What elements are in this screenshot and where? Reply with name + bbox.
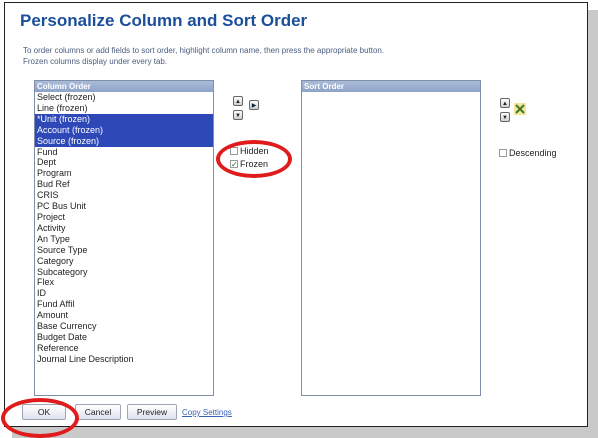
column-order-item[interactable]: CRIS — [35, 190, 213, 201]
column-order-item[interactable]: Flex — [35, 277, 213, 288]
column-order-item[interactable]: *Unit (frozen) — [35, 113, 213, 125]
column-order-item[interactable]: Fund Affil — [35, 299, 213, 310]
column-order-item[interactable]: ID — [35, 288, 213, 299]
instruction-line-1: To order columns or add fields to sort o… — [23, 46, 385, 55]
column-order-panel: Column Order Select (frozen) Line (frozen… — [34, 80, 214, 396]
descending-label: Descending — [509, 147, 557, 158]
dialog-title: Personalize Column and Sort Order — [20, 11, 308, 30]
column-order-item[interactable]: Line (frozen) — [35, 103, 213, 114]
column-order-item[interactable]: PC Bus Unit — [35, 201, 213, 212]
instruction-line-2: Frozen columns display under every tab. — [23, 57, 168, 66]
move-down-button[interactable]: ▼ — [233, 110, 243, 120]
preview-button[interactable]: Preview — [127, 404, 177, 420]
arrow-down-icon: ▼ — [502, 115, 508, 121]
personalize-dialog: Personalize Column and Sort Order To ord… — [4, 2, 588, 427]
x-icon — [514, 103, 526, 115]
arrow-right-icon: ▶ — [251, 103, 257, 109]
column-order-list[interactable]: Select (frozen) Line (frozen) *Unit (froze… — [35, 92, 213, 365]
arrow-up-icon: ▲ — [502, 101, 508, 107]
instructions: To order columns or add fields to sort o… — [23, 45, 384, 67]
arrow-down-icon: ▼ — [235, 113, 241, 119]
column-order-item[interactable]: An Type — [35, 234, 213, 245]
column-order-item[interactable]: Activity — [35, 223, 213, 234]
copy-settings-link[interactable]: Copy Settings — [182, 408, 232, 417]
cancel-button[interactable]: Cancel — [75, 404, 121, 420]
sort-order-header: Sort Order — [302, 81, 480, 92]
column-order-item[interactable]: Bud Ref — [35, 179, 213, 190]
arrow-up-icon: ▲ — [235, 99, 241, 105]
remove-from-sort-button[interactable] — [514, 102, 526, 115]
frozen-highlight-ring — [216, 140, 292, 178]
column-order-item[interactable]: Amount — [35, 310, 213, 321]
move-up-button[interactable]: ▲ — [233, 96, 243, 106]
column-order-item[interactable]: Reference — [35, 343, 213, 354]
column-order-item[interactable]: Project — [35, 212, 213, 223]
column-order-item[interactable]: Category — [35, 256, 213, 267]
column-order-item[interactable]: Source (frozen) — [35, 135, 213, 147]
column-order-item[interactable]: Base Currency — [35, 321, 213, 332]
column-order-item[interactable]: Select (frozen) — [35, 92, 213, 103]
add-to-sort-button[interactable]: ▶ — [249, 100, 259, 110]
column-order-item[interactable]: Fund — [35, 147, 213, 158]
column-order-item[interactable]: Program — [35, 168, 213, 179]
column-order-item[interactable]: Budget Date — [35, 332, 213, 343]
column-order-header: Column Order — [35, 81, 213, 92]
sort-move-up-button[interactable]: ▲ — [500, 98, 510, 108]
column-order-item[interactable]: Journal Line Description — [35, 354, 213, 365]
column-order-item[interactable]: Dept — [35, 157, 213, 168]
column-order-item[interactable]: Subcategory — [35, 267, 213, 278]
ok-highlight-ring — [1, 398, 79, 438]
sort-order-panel: Sort Order — [301, 80, 481, 396]
column-order-item[interactable]: Account (frozen) — [35, 124, 213, 136]
column-order-item[interactable]: Source Type — [35, 245, 213, 256]
descending-option[interactable]: Descending — [499, 144, 557, 162]
sort-move-down-button[interactable]: ▼ — [500, 112, 510, 122]
descending-checkbox[interactable] — [499, 148, 507, 157]
